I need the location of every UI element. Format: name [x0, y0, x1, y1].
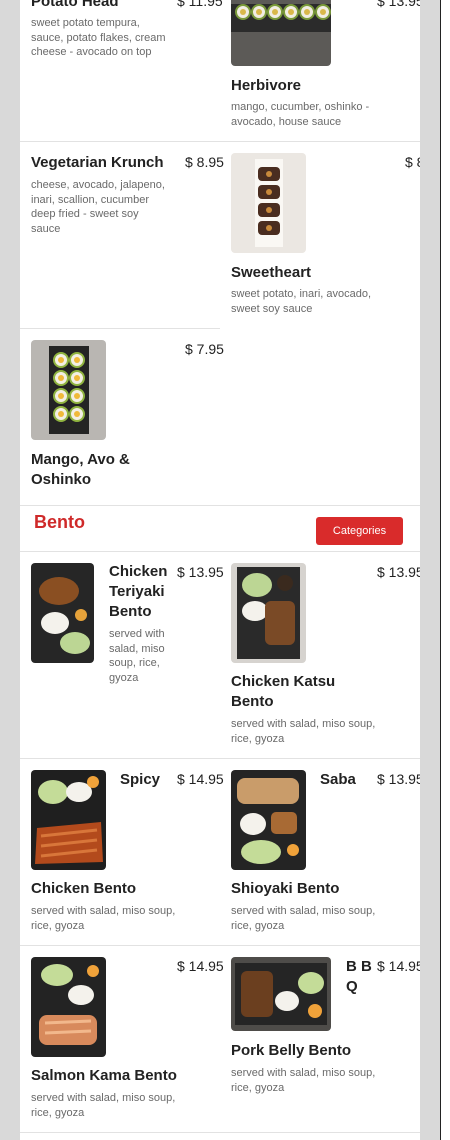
- row-divider: [20, 1132, 420, 1133]
- menu-item-herbivore[interactable]: $ 13.95 Herbivore mango, cucumber, oshin…: [220, 0, 420, 141]
- item-price: $ 14.95: [377, 958, 420, 974]
- item-description: served with salad, miso soup, rice, gyoz…: [31, 1092, 176, 1119]
- item-name: Salmon Kama Bento: [31, 1067, 177, 1084]
- menu-item-bbq-pork-belly-bento[interactable]: B B Q $ 14.95 Pork Belly Bento served wi…: [220, 946, 420, 1132]
- item-description: served with salad, miso soup, rice, gyoz…: [109, 628, 165, 684]
- scrollbar-track[interactable]: [440, 0, 450, 1140]
- menu-item-vegetarian-krunch[interactable]: Vegetarian Krunch $ 8.95 cheese, avocado…: [20, 142, 224, 328]
- menu-item-sweetheart[interactable]: $ 8.95 Sweetheart sweet potato, inari, a…: [220, 142, 420, 328]
- row-divider: [20, 505, 420, 506]
- item-name: Mango, Avo & Oshinko: [31, 451, 130, 488]
- saba-shioyaki-photo: [231, 770, 306, 870]
- item-name-bottom: Pork Belly Bento: [231, 1042, 352, 1059]
- item-price: $ 11.95: [177, 0, 223, 9]
- mango-avo-photo: [31, 340, 106, 440]
- item-description: served with salad, miso soup, rice, gyoz…: [231, 718, 376, 745]
- item-price: $ 8.95: [405, 154, 420, 170]
- item-price: $ 14.95: [177, 771, 224, 787]
- item-description: cheese, avocado, jalapeno, inari, scalli…: [31, 179, 165, 235]
- chicken-katsu-photo: [231, 563, 306, 663]
- item-name: Potato Head: [31, 0, 119, 10]
- item-name: Herbivore: [231, 77, 302, 94]
- item-name: Vegetarian Krunch: [31, 154, 164, 171]
- menu-item-mango-avo-oshinko[interactable]: $ 7.95 Mango, Avo & Oshinko: [20, 329, 224, 505]
- item-name: Sweetheart: [231, 264, 312, 281]
- salmon-kama-photo: [31, 957, 106, 1057]
- item-description: sweet potato tempura, sauce, potato flak…: [31, 17, 166, 58]
- item-name-top: Saba: [320, 771, 356, 788]
- item-price: $ 13.95: [377, 771, 420, 787]
- item-price: $ 13.95: [377, 0, 420, 9]
- herbivore-photo: [231, 0, 331, 66]
- item-price: $ 14.95: [177, 958, 224, 974]
- menu-item-chicken-teriyaki-bento[interactable]: Chicken Teriyaki Bento $ 13.95 served wi…: [20, 552, 224, 758]
- bbq-pork-belly-photo: [231, 957, 331, 1031]
- chicken-teriyaki-photo: [31, 563, 94, 663]
- item-description: served with salad, miso soup, rice, gyoz…: [231, 905, 376, 932]
- item-description: served with salad, miso soup, rice, gyoz…: [231, 1067, 376, 1094]
- item-name-top: B B Q: [346, 958, 372, 995]
- menu-item-salmon-kama-bento[interactable]: $ 14.95 Salmon Kama Bento served with sa…: [20, 946, 224, 1132]
- item-description: mango, cucumber, oshinko - avocado, hous…: [231, 101, 370, 128]
- spicy-chicken-photo: [31, 770, 106, 870]
- item-price: $ 8.95: [185, 154, 224, 170]
- menu-item-spicy-chicken-bento[interactable]: Spicy $ 14.95 Chicken Bento served with …: [20, 759, 224, 945]
- item-description: served with salad, miso soup, rice, gyoz…: [31, 905, 176, 932]
- item-name: Chicken Katsu Bento: [231, 673, 336, 710]
- section-title-bento: Bento: [34, 512, 85, 532]
- menu-item-saba-shioyaki-bento[interactable]: Saba $ 13.95 Shioyaki Bento served with …: [220, 759, 420, 945]
- menu-item-chicken-katsu-bento[interactable]: $ 13.95 Chicken Katsu Bento served with …: [220, 552, 420, 758]
- menu-item-potato-head[interactable]: Potato Head $ 11.95 sweet potato tempura…: [20, 0, 223, 141]
- item-description: sweet potato, inari, avocado, sweet soy …: [231, 288, 372, 315]
- item-name-bottom: Chicken Bento: [31, 880, 137, 897]
- sweetheart-photo: [231, 153, 306, 253]
- item-price: $ 7.95: [185, 341, 224, 357]
- item-price: $ 13.95: [177, 564, 224, 580]
- item-name: Chicken Teriyaki Bento: [109, 563, 168, 620]
- categories-button[interactable]: Categories: [316, 517, 403, 545]
- item-name-top: Spicy: [120, 771, 161, 788]
- menu-page: Potato Head $ 11.95 sweet potato tempura…: [20, 0, 420, 1140]
- item-name-bottom: Shioyaki Bento: [231, 880, 340, 897]
- item-price: $ 13.95: [377, 564, 420, 580]
